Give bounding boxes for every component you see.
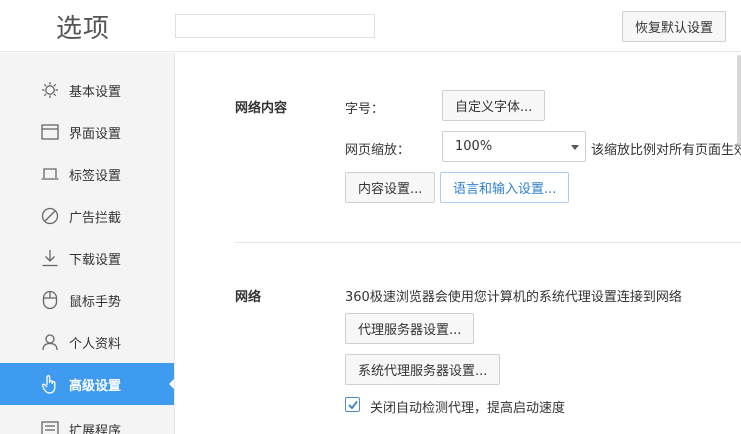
sidebar-item-label: 广告拦截 — [69, 210, 122, 226]
page-title: 选项 — [56, 14, 111, 44]
block-icon — [40, 206, 60, 226]
custom-font-button[interactable]: 自定义字体... — [442, 90, 546, 121]
section-title-web-content: 网络内容 — [235, 101, 288, 116]
mouse-icon — [40, 290, 60, 310]
extension-icon — [40, 419, 60, 434]
sidebar-item-label: 基本设置 — [69, 84, 122, 100]
sidebar: 基本设置 界面设置 标签设置 广告拦截 下载设置 鼠标手势 个人资料 高级设置 … — [0, 53, 175, 434]
sidebar-item-interface[interactable]: 界面设置 — [0, 111, 174, 153]
proxy-server-settings-button[interactable]: 代理服务器设置... — [345, 313, 475, 344]
sidebar-item-label: 下载设置 — [69, 252, 122, 268]
content-settings-button[interactable]: 内容设置... — [345, 172, 436, 203]
scrollbar[interactable] — [737, 55, 741, 145]
hand-icon — [40, 374, 60, 394]
sidebar-item-label: 鼠标手势 — [69, 294, 122, 310]
font-size-label: 字号： — [345, 102, 385, 117]
restore-defaults-button[interactable]: 恢复默认设置 — [622, 11, 726, 42]
sidebar-item-label: 高级设置 — [69, 378, 122, 394]
zoom-select-value: 100% — [455, 139, 493, 154]
search-input[interactable] — [175, 14, 375, 38]
sidebar-item-adblock[interactable]: 广告拦截 — [0, 195, 174, 237]
sidebar-item-label: 扩展程序 — [69, 423, 122, 434]
window-icon — [40, 122, 60, 142]
chevron-down-icon — [571, 145, 579, 150]
section-divider — [235, 242, 741, 243]
sidebar-item-basic[interactable]: 基本设置 — [0, 69, 174, 111]
checkmark-icon — [348, 400, 358, 410]
sidebar-item-mouse-gestures[interactable]: 鼠标手势 — [0, 279, 174, 321]
network-description: 360极速浏览器会使用您计算机的系统代理设置连接到网络 — [345, 290, 682, 305]
settings-content: 网络内容 字号： 自定义字体... 网页缩放： 100% 该缩放比例对所有页面生… — [176, 53, 741, 434]
sidebar-item-profile[interactable]: 个人资料 — [0, 321, 174, 363]
section-title-network: 网络 — [235, 290, 262, 305]
zoom-note: 该缩放比例对所有页面生效 — [591, 143, 741, 158]
zoom-select[interactable]: 100% — [442, 131, 586, 162]
download-icon — [40, 248, 60, 268]
language-input-settings-button[interactable]: 语言和输入设置... — [440, 172, 570, 203]
zoom-label: 网页缩放： — [345, 143, 411, 158]
sidebar-item-label: 个人资料 — [69, 336, 122, 352]
auto-detect-proxy-checkbox[interactable] — [345, 397, 360, 412]
header-bar: 选项 恢复默认设置 — [0, 0, 741, 52]
sidebar-item-advanced[interactable]: 高级设置 — [0, 363, 174, 405]
sidebar-item-download[interactable]: 下载设置 — [0, 237, 174, 279]
gear-icon — [40, 80, 60, 100]
sidebar-item-tabs[interactable]: 标签设置 — [0, 153, 174, 195]
auto-detect-proxy-label: 关闭自动检测代理，提高启动速度 — [370, 401, 566, 416]
sidebar-item-label: 界面设置 — [69, 126, 122, 142]
sidebar-item-extensions[interactable]: 扩展程序 — [0, 408, 174, 434]
tab-icon — [40, 164, 60, 184]
user-icon — [40, 332, 60, 352]
system-proxy-settings-button[interactable]: 系统代理服务器设置... — [345, 354, 501, 385]
sidebar-item-label: 标签设置 — [69, 168, 122, 184]
